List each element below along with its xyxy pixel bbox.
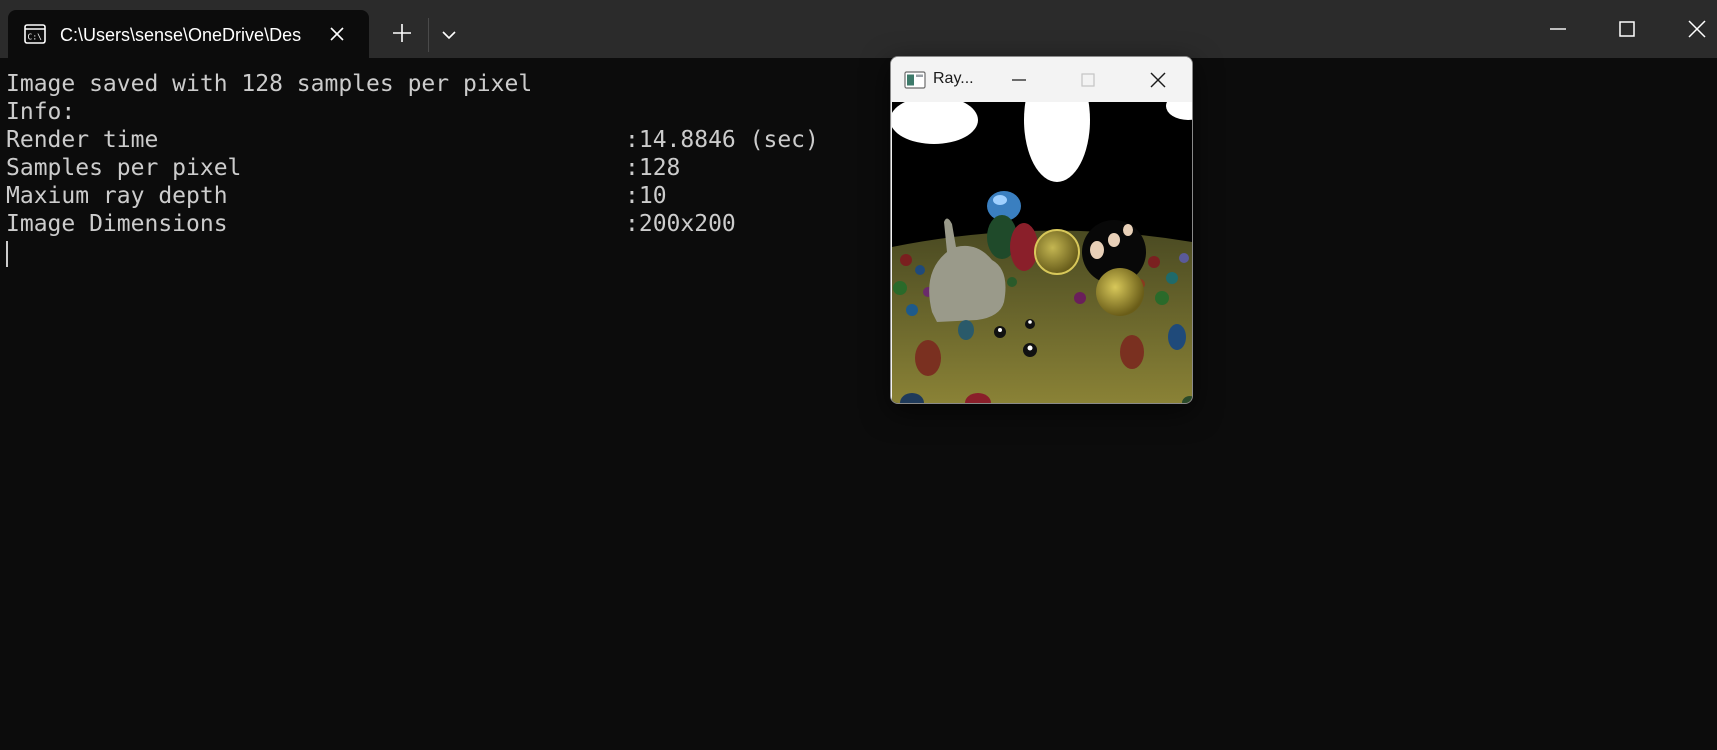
tab-dropdown-button[interactable] [437, 23, 461, 47]
info-value: :128 [625, 155, 681, 181]
window-close-button[interactable] [1684, 14, 1710, 44]
tab-close-icon[interactable] [328, 25, 346, 43]
cmd-prompt-icon: C:\ [24, 24, 46, 44]
output-line: Info: [6, 99, 76, 125]
info-value: :200x200 [625, 211, 736, 237]
minimize-icon [1550, 28, 1566, 30]
output-line: Image saved with 128 samples per pixel [6, 71, 533, 97]
render-minimize-button[interactable] [1008, 69, 1030, 91]
app-window-icon [904, 71, 926, 89]
info-label: Samples per pixel [6, 155, 242, 181]
titlebar-divider [428, 18, 429, 52]
render-window-titlebar[interactable]: Ray... [891, 57, 1192, 102]
window-maximize-button[interactable] [1614, 14, 1640, 44]
info-label: Render time [6, 127, 159, 153]
minimize-icon [1012, 79, 1026, 81]
render-maximize-button [1077, 69, 1099, 91]
maximize-icon [1081, 73, 1095, 87]
terminal-titlebar[interactable]: C:\ C:\Users\sense\OneDrive\Des [0, 0, 1717, 58]
window-minimize-button[interactable] [1545, 14, 1571, 44]
new-tab-button[interactable] [389, 20, 415, 46]
close-icon [1688, 20, 1706, 38]
maximize-icon [1619, 21, 1635, 37]
svg-text:C:\: C:\ [28, 33, 43, 42]
terminal-tab[interactable]: C:\ C:\Users\sense\OneDrive\Des [8, 10, 369, 58]
render-window[interactable]: Ray... [890, 56, 1193, 404]
plus-icon [393, 24, 411, 42]
tab-title: C:\Users\sense\OneDrive\Des [60, 25, 302, 45]
text-cursor [6, 241, 8, 267]
chevron-down-icon [442, 31, 456, 40]
info-value: :10 [625, 183, 667, 209]
info-value: :14.8846 (sec) [625, 127, 819, 153]
close-icon [1150, 72, 1166, 88]
render-close-button[interactable] [1147, 69, 1169, 91]
info-label: Image Dimensions [6, 211, 228, 237]
terminal-output[interactable]: Image saved with 128 samples per pixel I… [0, 58, 1717, 750]
info-label: Maxium ray depth [6, 183, 228, 209]
render-window-title: Ray... [933, 70, 974, 87]
rendered-image [892, 102, 1192, 403]
